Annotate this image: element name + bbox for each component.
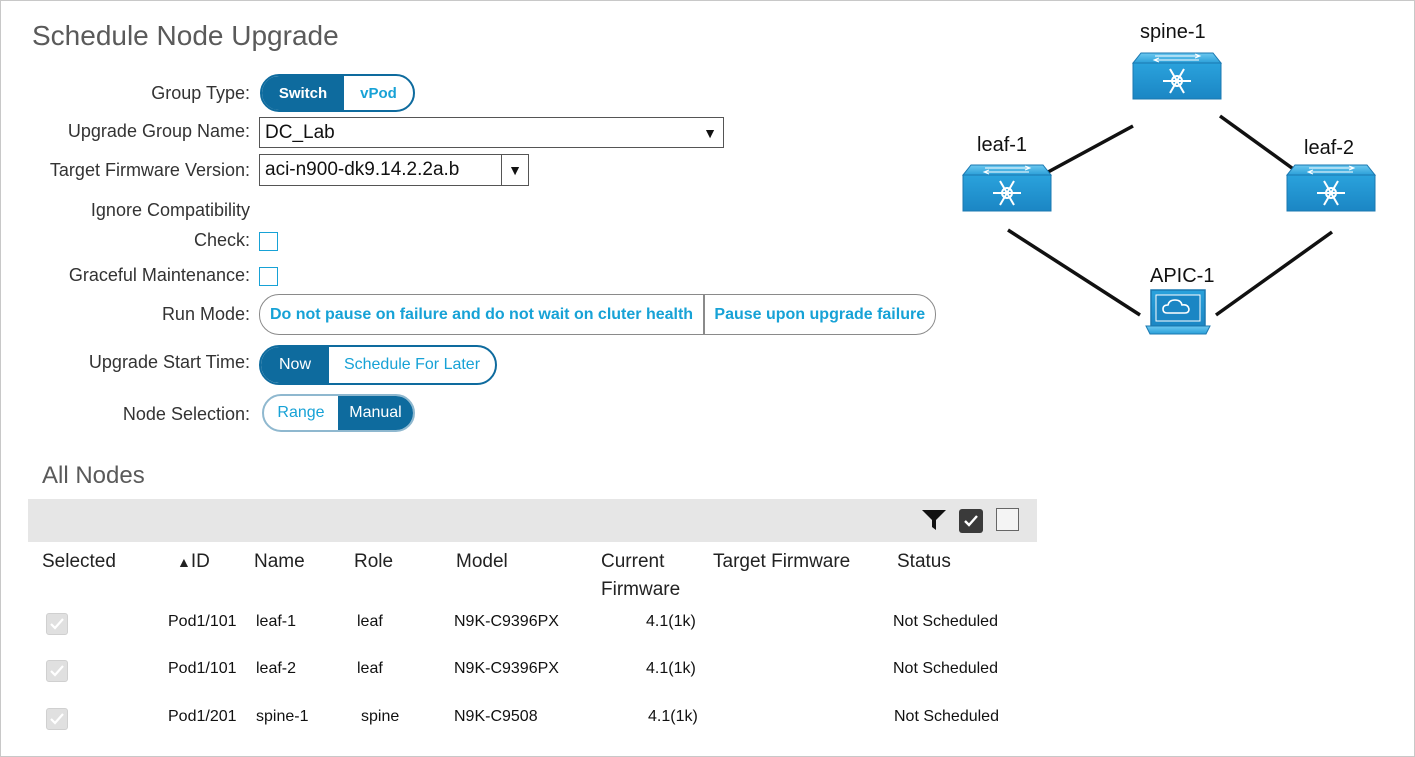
apic-laptop-icon[interactable] — [1145, 289, 1211, 335]
spine-switch-icon[interactable] — [1132, 52, 1222, 100]
row-model: N9K-C9508 — [454, 708, 538, 725]
col-header-role[interactable]: Role — [354, 551, 393, 573]
run-mode-toggle: Do not pause on failure and do not wait … — [259, 294, 936, 335]
node-selection-toggle: Range Manual — [262, 394, 415, 432]
row-model: N9K-C9396PX — [454, 613, 559, 630]
group-type-toggle: Switch vPod — [260, 74, 415, 112]
target-firmware-label: Target Firmware Version: — [49, 160, 250, 180]
row-checkbox[interactable] — [46, 613, 68, 635]
link-spine1-leaf1 — [1036, 124, 1134, 180]
run-mode-pause-button[interactable]: Pause upon upgrade failure — [705, 295, 936, 334]
link-leaf2-apic1 — [1214, 230, 1334, 317]
row-status: Not Scheduled — [893, 660, 998, 677]
row-name: leaf-1 — [256, 613, 297, 630]
link-leaf1-apic1 — [1007, 228, 1141, 317]
upgrade-group-name-value: DC_Lab — [265, 121, 335, 143]
row-role: spine — [361, 708, 400, 725]
row-status: Not Scheduled — [893, 613, 998, 630]
table-row[interactable]: Pod1/201 spine-1 spine N9K-C9508 4.1(1k)… — [0, 706, 1040, 732]
leaf1-switch-icon[interactable] — [962, 164, 1052, 212]
row-id: Pod1/101 — [168, 613, 237, 630]
row-model: N9K-C9396PX — [454, 660, 559, 677]
table-toolbar — [28, 499, 1037, 542]
col-header-name[interactable]: Name — [254, 551, 305, 573]
chevron-down-icon[interactable]: ▼ — [697, 118, 723, 147]
start-now-button[interactable]: Now — [261, 347, 329, 383]
node-label-leaf-1: leaf-1 — [977, 134, 1028, 156]
row-current-firmware: 4.1(1k) — [646, 660, 696, 677]
row-status: Not Scheduled — [894, 708, 999, 725]
upgrade-start-time-label: Upgrade Start Time: — [88, 352, 250, 372]
link-spine1-leaf2 — [1218, 114, 1305, 178]
row-checkbox[interactable] — [46, 660, 68, 682]
schedule-for-later-button[interactable]: Schedule For Later — [329, 347, 495, 383]
node-selection-range-button[interactable]: Range — [264, 396, 338, 430]
row-id: Pod1/201 — [168, 708, 237, 725]
col-header-target-firmware[interactable]: Target Firmware — [713, 551, 850, 573]
node-label-spine-1: spine-1 — [1140, 21, 1206, 43]
upgrade-group-name-label: Upgrade Group Name: — [67, 121, 250, 141]
run-mode-no-pause-button[interactable]: Do not pause on failure and do not wait … — [260, 295, 703, 334]
col-header-selected[interactable]: Selected — [42, 551, 116, 573]
group-type-label: Group Type: — [151, 83, 250, 103]
leaf2-switch-icon[interactable] — [1286, 164, 1376, 212]
topology-diagram — [962, 52, 1376, 335]
ignore-compat-label-line1: Ignore Compatibility — [90, 200, 250, 220]
group-type-switch-button[interactable]: Switch — [262, 76, 344, 110]
node-label-apic-1: APIC-1 — [1150, 265, 1215, 287]
check-all-icon[interactable] — [959, 509, 983, 533]
row-name: spine-1 — [256, 708, 309, 725]
graceful-maintenance-label: Graceful Maintenance: — [68, 265, 250, 285]
row-name: leaf-2 — [256, 660, 297, 677]
sort-asc-icon: ▲ — [177, 554, 191, 570]
page-title: Schedule Node Upgrade — [32, 20, 339, 51]
node-selection-manual-button[interactable]: Manual — [338, 396, 413, 430]
row-role: leaf — [357, 613, 383, 630]
node-label-leaf-2: leaf-2 — [1304, 137, 1355, 159]
upgrade-start-time-toggle: Now Schedule For Later — [259, 345, 497, 385]
row-checkbox[interactable] — [46, 708, 68, 730]
col-header-current-firmware[interactable]: Current Firmware — [601, 551, 680, 601]
ignore-compat-label-line2: Check: — [193, 230, 250, 250]
node-selection-label: Node Selection: — [122, 404, 250, 424]
all-nodes-title: All Nodes — [42, 462, 145, 489]
col-header-model[interactable]: Model — [456, 551, 508, 573]
row-id: Pod1/101 — [168, 660, 237, 677]
target-firmware-value: aci-n900-dk9.14.2.2a.b — [265, 159, 460, 180]
row-current-firmware: 4.1(1k) — [646, 613, 696, 630]
upgrade-group-name-dropdown[interactable]: DC_Lab ▼ — [259, 117, 724, 148]
row-role: leaf — [357, 660, 383, 677]
group-type-vpod-button[interactable]: vPod — [344, 76, 413, 110]
graceful-maintenance-checkbox[interactable] — [259, 267, 278, 286]
ignore-compat-checkbox[interactable] — [259, 232, 278, 251]
filter-icon[interactable] — [921, 508, 947, 532]
table-row[interactable]: Pod1/101 leaf-2 leaf N9K-C9396PX 4.1(1k)… — [0, 658, 1040, 684]
table-row[interactable]: Pod1/101 leaf-1 leaf N9K-C9396PX 4.1(1k)… — [0, 611, 1040, 637]
col-header-status[interactable]: Status — [897, 551, 951, 573]
col-header-id[interactable]: ▲ID — [177, 551, 210, 573]
chevron-down-icon[interactable]: ▼ — [501, 155, 528, 185]
run-mode-label: Run Mode: — [161, 304, 250, 324]
target-firmware-dropdown[interactable]: aci-n900-dk9.14.2.2a.b ▼ — [259, 154, 529, 186]
row-current-firmware: 4.1(1k) — [648, 708, 698, 725]
uncheck-all-icon[interactable] — [996, 508, 1019, 531]
